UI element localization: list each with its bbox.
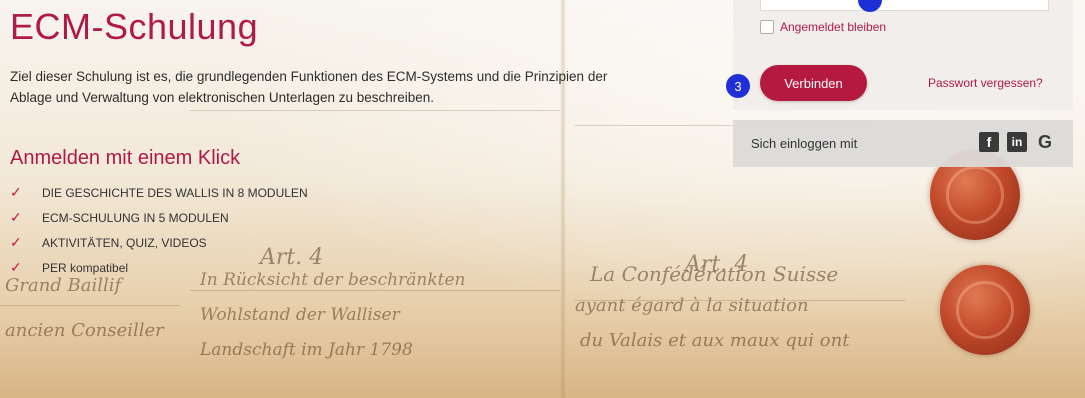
decor-script: Landschaft im Jahr 1798 bbox=[200, 340, 413, 360]
feature-label: PER kompatibel bbox=[42, 260, 129, 275]
page-title: ECM-Schulung bbox=[10, 6, 259, 47]
forgot-password-link[interactable]: Passwort vergessen? bbox=[928, 76, 1043, 90]
password-field[interactable] bbox=[760, 0, 1049, 11]
section-subtitle: Anmelden mit einem Klick bbox=[10, 147, 241, 169]
remember-label: Angemeldet bleiben bbox=[780, 20, 887, 34]
google-icon[interactable]: G bbox=[1035, 132, 1055, 152]
remember-checkbox[interactable] bbox=[760, 20, 774, 34]
check-icon: ✓ bbox=[10, 259, 22, 275]
decor-line bbox=[190, 290, 560, 291]
social-login-label: Sich einloggen mit bbox=[751, 136, 858, 151]
feature-label: AKTIVITÄTEN, QUIZ, VIDEOS bbox=[42, 235, 207, 250]
facebook-icon[interactable]: f bbox=[979, 132, 999, 152]
feature-label: DIE GESCHICHTE DES WALLIS IN 8 MODULEN bbox=[42, 185, 308, 200]
feature-item: ✓ PER kompatibel bbox=[10, 255, 308, 280]
intro-text: Ziel dieser Schulung ist es, die grundle… bbox=[10, 69, 608, 105]
wax-seal bbox=[940, 265, 1030, 355]
decor-script: ayant égard à la situation bbox=[575, 295, 809, 316]
check-icon: ✓ bbox=[10, 234, 22, 250]
remember-me[interactable]: Angemeldet bleiben bbox=[760, 20, 886, 34]
decor-script: ancien Conseiller bbox=[5, 320, 164, 341]
decor-line bbox=[190, 110, 560, 111]
feature-list: ✓ DIE GESCHICHTE DES WALLIS IN 8 MODULEN… bbox=[10, 180, 308, 280]
social-icons: f in G bbox=[979, 132, 1055, 152]
step-marker-3: 3 bbox=[726, 74, 750, 98]
check-icon: ✓ bbox=[10, 184, 22, 200]
decor-line bbox=[0, 305, 180, 306]
feature-label: ECM-SCHULUNG IN 5 MODULEN bbox=[42, 210, 229, 225]
connect-button[interactable]: Verbinden bbox=[760, 65, 867, 101]
decor-script: La Confédération Suisse bbox=[590, 262, 839, 286]
decor-script: Wohlstand der Walliser bbox=[200, 305, 400, 325]
feature-item: ✓ DIE GESCHICHTE DES WALLIS IN 8 MODULEN bbox=[10, 180, 308, 205]
feature-item: ✓ ECM-SCHULUNG IN 5 MODULEN bbox=[10, 205, 308, 230]
linkedin-icon[interactable]: in bbox=[1007, 132, 1027, 152]
social-login-bar: Sich einloggen mit f in G bbox=[733, 120, 1073, 167]
paper-fold bbox=[560, 0, 566, 398]
check-icon: ✓ bbox=[10, 209, 22, 225]
feature-item: ✓ AKTIVITÄTEN, QUIZ, VIDEOS bbox=[10, 230, 308, 255]
decor-script: du Valais et aux maux qui ont bbox=[580, 330, 850, 351]
